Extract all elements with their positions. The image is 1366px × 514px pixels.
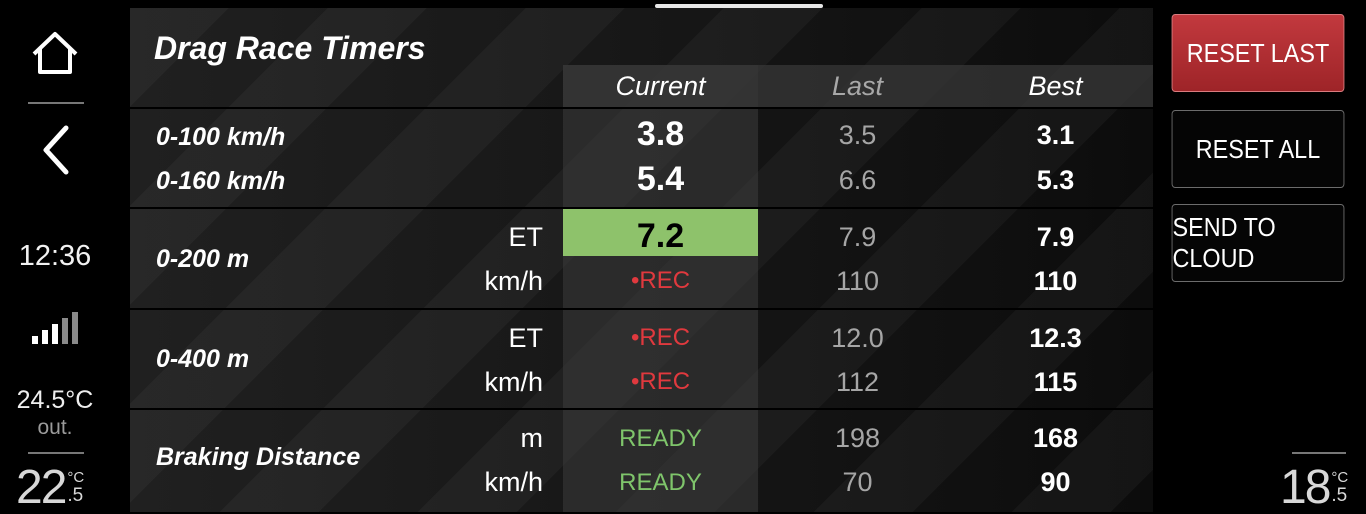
left-rail: 12:36 24.5°C out.: [0, 0, 110, 512]
row-separator: [130, 107, 1153, 109]
driver-temp-unit: °C: [67, 469, 85, 486]
reset-last-button[interactable]: RESET LAST: [1171, 14, 1345, 92]
passenger-temp-decimal: .5: [1331, 485, 1348, 506]
passenger-temp-unit: °C: [1331, 469, 1349, 486]
last-0-200-speed: 110: [835, 266, 880, 296]
outside-temperature: 24.5°C: [16, 386, 94, 414]
current-braking-speed: READY: [619, 469, 702, 496]
send-to-cloud-button[interactable]: SEND TO CLOUD: [1171, 204, 1345, 282]
unit-label-kmh: km/h: [484, 266, 543, 296]
signal-strength-icon: [32, 312, 78, 344]
passenger-temp-whole: 18: [1280, 461, 1331, 514]
driver-temp-decimal: .5: [67, 485, 84, 506]
row-separator: [130, 408, 1153, 410]
last-braking-speed: 70: [842, 467, 873, 497]
driver-temperature[interactable]: 22 °C .5: [16, 464, 84, 512]
row-label-0-400: 0-400 m: [156, 345, 250, 373]
page-title: Drag Race Timers: [154, 30, 426, 66]
row-label-0-100: 0-100 km/h: [156, 123, 286, 151]
row-label-0-160: 0-160 km/h: [156, 167, 286, 195]
column-header-best: Best: [1028, 71, 1083, 101]
unit-label-kmh: km/h: [484, 467, 543, 497]
last-0-400-speed: 112: [835, 367, 880, 397]
best-braking-distance: 168: [1032, 423, 1079, 453]
column-header-current: Current: [615, 71, 706, 101]
row-separator: [130, 308, 1153, 310]
last-braking-distance: 198: [834, 423, 881, 453]
back-icon[interactable]: [38, 124, 72, 176]
current-0-400-speed: •REC: [630, 368, 691, 395]
last-0-160: 6.6: [838, 165, 877, 195]
unit-label-m: m: [520, 423, 544, 453]
drag-race-timers-panel: Drag Race Timers Current Last Best 0-100…: [130, 8, 1153, 512]
best-0-400-speed: 115: [1033, 367, 1078, 397]
row-label-0-200: 0-200 m: [156, 245, 250, 273]
reset-all-button[interactable]: RESET ALL: [1171, 110, 1345, 188]
current-0-200-speed: •REC: [630, 267, 691, 294]
best-0-400-et: 12.3: [1029, 323, 1082, 353]
best-braking-speed: 90: [1040, 467, 1071, 497]
last-0-100: 3.5: [838, 120, 877, 150]
current-braking-distance: READY: [619, 425, 702, 452]
clock: 12:36: [18, 240, 92, 272]
current-0-200-et: 7.2: [636, 217, 685, 255]
unit-label-kmh: km/h: [484, 367, 543, 397]
current-0-100: 3.8: [636, 115, 685, 153]
best-0-100: 3.1: [1036, 120, 1075, 150]
best-0-200-speed: 110: [1033, 266, 1078, 296]
last-0-400-et: 12.0: [831, 323, 884, 353]
column-header-last: Last: [831, 71, 884, 101]
right-rail-divider: [1292, 452, 1346, 454]
best-0-160: 5.3: [1036, 165, 1075, 195]
passenger-temperature[interactable]: 18 °C .5: [1280, 464, 1348, 512]
unit-label-et: ET: [508, 222, 543, 252]
rail-divider: [28, 102, 84, 104]
driver-temp-whole: 22: [16, 461, 67, 514]
outside-temperature-label: out.: [37, 416, 73, 439]
current-0-160: 5.4: [636, 160, 685, 198]
row-label-braking-distance: Braking Distance: [156, 443, 361, 471]
current-0-400-et: •REC: [630, 324, 691, 351]
home-icon[interactable]: [30, 30, 80, 76]
best-0-200-et: 7.9: [1036, 222, 1075, 252]
rail-divider: [28, 452, 84, 454]
unit-label-et: ET: [508, 323, 543, 353]
last-0-200-et: 7.9: [838, 222, 877, 252]
